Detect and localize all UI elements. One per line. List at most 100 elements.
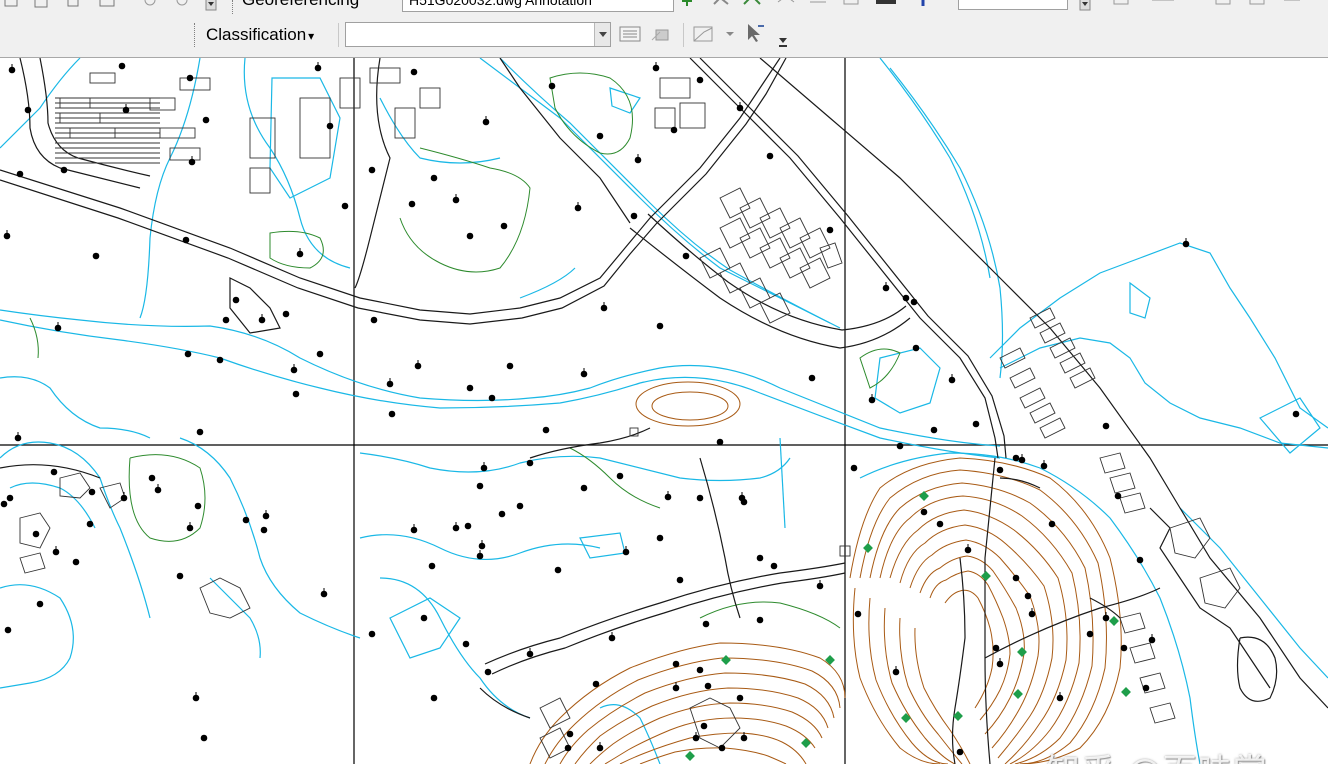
elevation-point	[700, 722, 708, 730]
tool-icon-a[interactable]	[1110, 0, 1140, 8]
elevation-point	[548, 82, 556, 90]
histogram-icon[interactable]	[618, 24, 644, 44]
elevation-point	[16, 170, 24, 178]
auto-adjust-icon[interactable]	[742, 0, 762, 8]
tool-icon-e[interactable]	[1282, 0, 1302, 8]
elevation-point	[704, 682, 712, 690]
elevation-point	[368, 166, 376, 174]
add-control-point-icon[interactable]	[680, 0, 694, 8]
chevron-down-icon[interactable]	[594, 23, 610, 46]
georeferencing-label[interactable]: Georeferencing	[242, 0, 359, 10]
classification-label: Classification	[206, 25, 307, 44]
fit-to-display-icon[interactable]	[842, 0, 862, 8]
line-tool-icon[interactable]	[692, 24, 716, 44]
rotate-icon[interactable]	[776, 0, 796, 8]
vegetation-point	[721, 655, 731, 665]
vegetation-point	[685, 751, 695, 761]
link-table-icon[interactable]	[874, 0, 900, 8]
zoom-in-icon[interactable]	[142, 0, 160, 8]
elevation-point	[506, 362, 514, 370]
elevation-point	[182, 236, 190, 244]
elevation-point	[696, 666, 704, 674]
layer-combo-value: H51G020032.dwg Annotation	[409, 0, 592, 8]
elevation-points	[0, 62, 1300, 756]
elevation-point	[912, 344, 920, 352]
elevation-point	[326, 122, 334, 130]
elevation-point	[716, 438, 724, 446]
toolbar-overflow-icon[interactable]	[776, 26, 790, 48]
shift-icon[interactable]	[808, 0, 828, 8]
elevation-point	[148, 474, 156, 482]
open-icon[interactable]	[4, 0, 18, 8]
toolbar-grip[interactable]	[232, 0, 236, 14]
toolbar-area: Georeferencing H51G020032.dwg Annotation	[0, 0, 1328, 58]
elevation-point	[1136, 556, 1144, 564]
elevation-point	[702, 620, 710, 628]
chevron-down-icon[interactable]	[724, 28, 736, 40]
elevation-point	[630, 212, 638, 220]
elevation-point	[36, 600, 44, 608]
elevation-point	[216, 356, 224, 364]
elevation-point	[1012, 574, 1020, 582]
tool-icon-d[interactable]	[1248, 0, 1268, 8]
tool-icon-b[interactable]	[1150, 0, 1180, 8]
water-features	[0, 58, 1328, 764]
map-drawing[interactable]	[0, 58, 1328, 764]
tool-icon-c[interactable]	[1214, 0, 1234, 8]
elevation-point	[408, 200, 416, 208]
elevation-point	[420, 614, 428, 622]
toolbar-overflow-icon[interactable]	[204, 0, 218, 14]
elevation-point	[464, 522, 472, 530]
elevation-point	[564, 744, 572, 752]
map-canvas[interactable]: 知乎 @百味赏	[0, 58, 1328, 764]
map-grid-lines	[0, 58, 1328, 764]
zoom-out-icon[interactable]	[174, 0, 192, 8]
elevation-point	[176, 572, 184, 580]
scale-combo[interactable]	[958, 0, 1068, 10]
elevation-point	[936, 520, 944, 528]
elevation-point	[676, 576, 684, 584]
print-icon[interactable]	[66, 0, 80, 8]
scale-overflow-icon[interactable]	[1078, 0, 1092, 14]
classification-combo[interactable]	[345, 22, 611, 47]
vegetation-point	[901, 713, 911, 723]
vegetation-point	[1121, 687, 1131, 697]
save-icon[interactable]	[34, 0, 48, 8]
add-data-icon[interactable]	[98, 0, 118, 8]
elevation-point	[316, 350, 324, 358]
elevation-point	[592, 680, 600, 688]
elevation-point	[184, 350, 192, 358]
elevation-point	[1102, 422, 1110, 430]
elevation-point	[542, 426, 550, 434]
toolbar-separator	[683, 23, 684, 47]
control-point-select-icon[interactable]	[712, 0, 732, 8]
elevation-point	[996, 466, 1004, 474]
elevation-point	[4, 626, 12, 634]
elevation-point	[920, 508, 928, 516]
elevation-point	[292, 390, 300, 398]
roads-and-buildings	[0, 58, 1328, 764]
elevation-point	[430, 694, 438, 702]
elevation-point	[972, 420, 980, 428]
elevation-point	[484, 668, 492, 676]
elevation-point	[656, 534, 664, 542]
elevation-point	[670, 126, 678, 134]
elevation-point	[60, 166, 68, 174]
elevation-point	[826, 226, 834, 234]
elevation-point	[462, 640, 470, 648]
layer-combo[interactable]: H51G020032.dwg Annotation	[402, 0, 674, 12]
elevation-point	[24, 106, 32, 114]
lock-icon[interactable]	[650, 24, 674, 44]
elevation-point	[196, 428, 204, 436]
elevation-point	[956, 748, 964, 756]
elevation-point	[1012, 454, 1020, 462]
select-arrow-icon[interactable]	[744, 22, 768, 44]
view-link-icon[interactable]	[916, 0, 930, 8]
toolbar-grip[interactable]	[194, 23, 198, 47]
elevation-point	[466, 384, 474, 392]
elevation-point	[696, 76, 704, 84]
elevation-point	[242, 516, 250, 524]
elevation-point	[910, 298, 918, 306]
elevation-point	[566, 730, 574, 738]
classification-menu-button[interactable]: Classification ▾	[206, 25, 314, 47]
